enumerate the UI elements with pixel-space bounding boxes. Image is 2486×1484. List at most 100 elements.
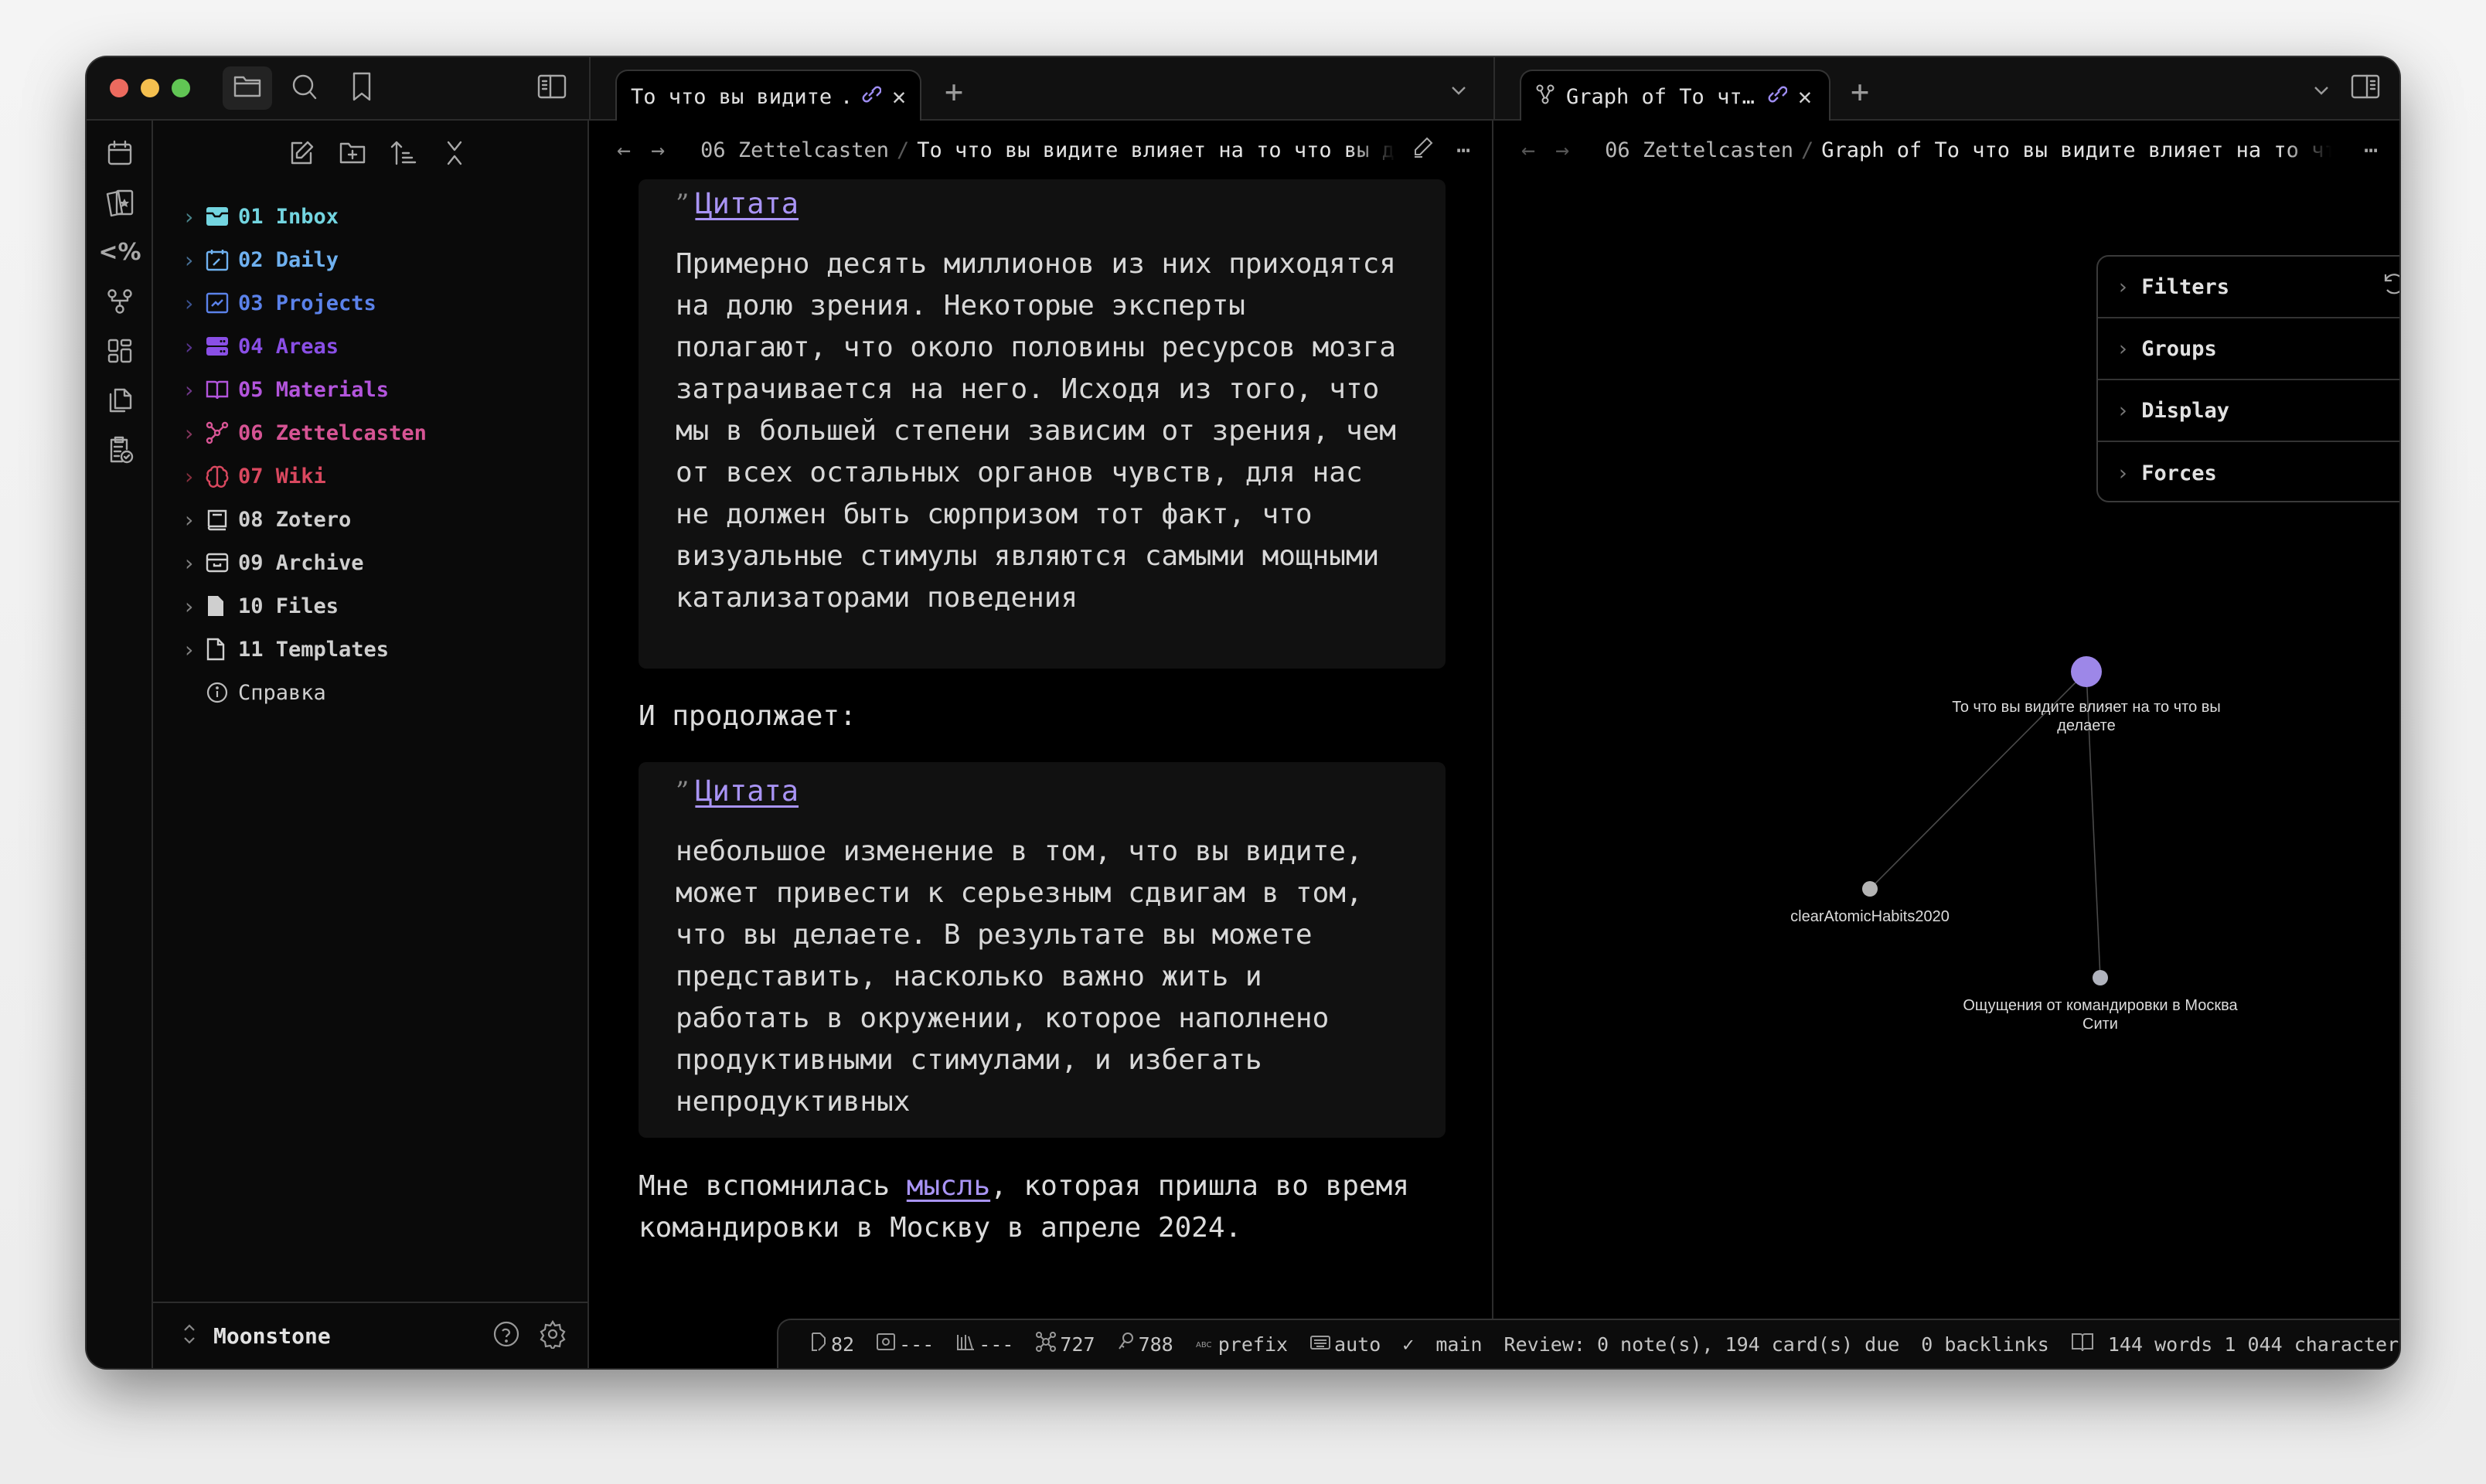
folder-item[interactable]: › 08 Zotero <box>153 498 587 541</box>
edit-mode-icon[interactable] <box>1412 135 1435 165</box>
bookmarks-tab-button[interactable] <box>337 66 387 110</box>
help-icon[interactable] <box>492 1319 521 1352</box>
status-bar: 82 --- --- 727 788 ABC prefix auto ✓ main Review: … <box>777 1319 2399 1368</box>
more-options-icon[interactable]: ⋯ <box>1456 137 1470 164</box>
files-tab-button[interactable] <box>223 66 272 110</box>
chevron-right-icon[interactable]: › <box>182 204 206 230</box>
clipboard-check-icon[interactable] <box>103 433 137 467</box>
tab-list-dropdown[interactable] <box>1447 79 1470 105</box>
graph-control-groups[interactable]: › Groups <box>2098 318 2399 380</box>
chevron-right-icon[interactable]: › <box>182 247 206 273</box>
status-item[interactable]: auto <box>1309 1333 1381 1356</box>
new-folder-button[interactable] <box>335 138 369 172</box>
folder-item[interactable]: › 02 Daily <box>153 238 587 281</box>
vault-icon <box>876 1333 896 1356</box>
new-tab-button[interactable]: + <box>945 74 963 110</box>
status-item[interactable]: 788 <box>1117 1332 1173 1356</box>
flashcards-icon[interactable] <box>103 186 137 220</box>
folder-item[interactable]: › 06 Zettelcasten <box>153 411 587 454</box>
search-tab-button[interactable] <box>280 66 329 110</box>
breadcrumb-parent[interactable]: 06 Zettelcasten <box>700 138 889 162</box>
internal-link[interactable]: мысль <box>907 1170 990 1202</box>
help-item[interactable]: Справка <box>153 671 587 714</box>
forward-arrow-icon[interactable]: → <box>651 137 665 164</box>
callout-title-link[interactable]: Цитата <box>695 187 799 220</box>
calendar-edit-icon <box>206 248 238 271</box>
folder-item[interactable]: › 10 Files <box>153 584 587 628</box>
templater-icon[interactable]: <% <box>98 235 141 269</box>
new-tab-button[interactable]: + <box>1851 74 1869 110</box>
chevron-right-icon[interactable]: › <box>182 291 206 316</box>
folder-item[interactable]: › 09 Archive <box>153 541 587 584</box>
graph-view-icon[interactable] <box>103 284 137 318</box>
copy-icon[interactable] <box>103 383 137 417</box>
folder-item[interactable]: › 03 Projects <box>153 281 587 325</box>
chevron-right-icon[interactable]: › <box>182 550 206 576</box>
graph-control-filters[interactable]: › Filters <box>2098 257 2399 318</box>
close-window-button[interactable] <box>110 79 128 97</box>
tab-note[interactable]: То что вы видите … ✕ <box>615 70 921 122</box>
folder-item[interactable]: › 07 Wiki <box>153 454 587 498</box>
divider <box>1493 57 1495 121</box>
settings-icon[interactable] <box>538 1319 567 1352</box>
status-item[interactable]: 0 backlinks <box>1921 1333 2049 1356</box>
graph-node[interactable] <box>1862 881 1878 897</box>
collapse-all-button[interactable] <box>438 138 472 172</box>
close-tab-icon[interactable]: ✕ <box>1798 83 1812 111</box>
chevron-right-icon[interactable]: › <box>182 420 206 446</box>
graph-node[interactable] <box>2093 970 2108 985</box>
breadcrumb-current[interactable]: То что вы видите влияет на то что вы дел… <box>917 138 1396 162</box>
divider <box>589 57 591 121</box>
reset-icon[interactable] <box>2381 271 2399 303</box>
status-item[interactable]: ABC prefix <box>1195 1333 1288 1356</box>
status-item[interactable]: ✓ <box>1402 1333 1414 1356</box>
chevron-right-icon[interactable]: › <box>182 377 206 403</box>
vault-switcher[interactable]: Moonstone <box>153 1302 587 1368</box>
more-options-icon[interactable]: ⋯ <box>2364 137 2378 164</box>
close-tab-icon[interactable]: ✕ <box>892 83 906 111</box>
folder-item[interactable]: › 05 Materials <box>153 368 587 411</box>
maximize-window-button[interactable] <box>172 79 190 97</box>
status-item[interactable]: 82 <box>809 1332 854 1356</box>
breadcrumb-current[interactable]: Graph of То что вы видите влияет на то ч… <box>1821 138 2331 162</box>
back-arrow-icon[interactable]: ← <box>1521 137 1535 164</box>
folder-item[interactable]: › 04 Areas <box>153 325 587 368</box>
toggle-left-sidebar-button[interactable] <box>527 66 577 110</box>
chevron-right-icon[interactable]: › <box>182 507 206 533</box>
status-item[interactable]: main <box>1435 1333 1482 1356</box>
graph-control-forces[interactable]: › Forces <box>2098 442 2399 501</box>
graph-control-display[interactable]: › Display <box>2098 380 2399 442</box>
tab-graph[interactable]: Graph of То чт… ✕ <box>1520 70 1830 122</box>
calendar-icon[interactable] <box>103 136 137 170</box>
folder-item[interactable]: › 01 Inbox <box>153 195 587 238</box>
status-value: prefix <box>1217 1333 1289 1356</box>
section-label: Filters <box>2141 274 2230 299</box>
chevron-right-icon[interactable]: › <box>182 464 206 489</box>
minimize-window-button[interactable] <box>141 79 159 97</box>
new-note-button[interactable] <box>284 138 318 172</box>
chevron-right-icon[interactable]: › <box>182 637 206 662</box>
status-item[interactable]: --- <box>876 1333 934 1356</box>
abc-icon: ABC <box>1195 1333 1215 1356</box>
status-item[interactable]: 144 words 1 044 characters <box>2071 1331 2399 1357</box>
callout-title-link[interactable]: Цитата <box>695 774 799 808</box>
toggle-right-sidebar-button[interactable] <box>2341 66 2390 110</box>
status-item[interactable]: --- <box>955 1333 1013 1356</box>
forward-arrow-icon[interactable]: → <box>1555 137 1569 164</box>
dashboard-icon[interactable] <box>103 334 137 368</box>
sort-button[interactable] <box>387 138 421 172</box>
archive-icon <box>206 552 238 574</box>
status-value: 82 <box>831 1333 855 1356</box>
breadcrumb-parent[interactable]: 06 Zettelcasten <box>1605 138 1793 162</box>
section-label: Display <box>2141 398 2230 423</box>
tab-list-dropdown[interactable] <box>2310 79 2333 105</box>
chevron-right-icon[interactable]: › <box>182 334 206 359</box>
back-arrow-icon[interactable]: ← <box>617 137 631 164</box>
quote-icon: ” <box>676 188 690 220</box>
status-item[interactable]: Review: 0 note(s), 194 card(s) due <box>1504 1333 1900 1356</box>
chevron-right-icon[interactable]: › <box>182 594 206 619</box>
folder-item[interactable]: › 11 Templates <box>153 628 587 671</box>
graph-node[interactable] <box>2071 656 2102 687</box>
note-pane: ← → 06 Zettelcasten / То что вы видите в… <box>589 121 1493 1368</box>
status-item[interactable]: 727 <box>1035 1331 1095 1357</box>
